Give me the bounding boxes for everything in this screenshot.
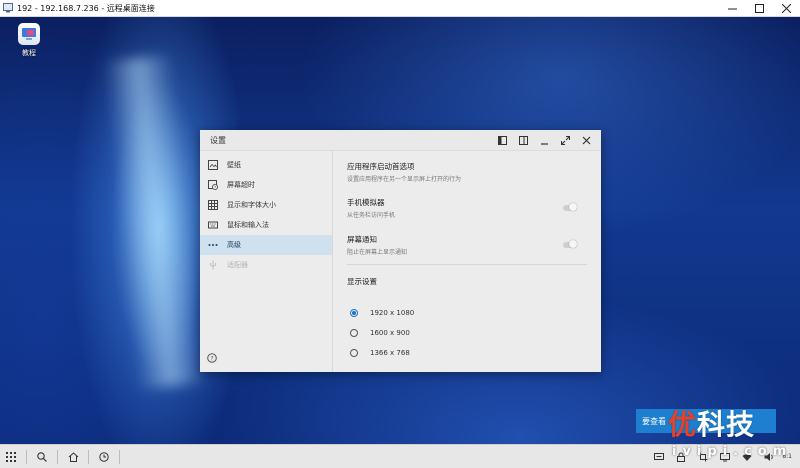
message-icon xyxy=(654,452,665,460)
watermark-url: ivipi.com xyxy=(672,444,793,459)
expand-icon xyxy=(561,135,570,145)
resolution-option-1366[interactable]: 1366 x 768 xyxy=(347,343,587,363)
help-icon: ? xyxy=(207,353,217,363)
desktop-shortcut-label: 教程 xyxy=(22,49,36,57)
host-window-title: 192 - 192.168.7.236 - 远程桌面连接 xyxy=(17,3,155,13)
clock-icon xyxy=(99,451,109,462)
watermark-logo-mark: 优 xyxy=(668,408,698,441)
remote-desktop-icon xyxy=(3,3,13,13)
notifications-title: 屏幕通知 xyxy=(347,235,377,244)
sidebar-item-screen-timeout[interactable]: 屏幕超时 xyxy=(200,175,332,195)
taskbar-separator xyxy=(88,449,89,464)
help-button[interactable]: ? xyxy=(207,353,217,363)
settings-window: 设置 壁纸 屏幕超时 显示和字体大小 鼠标和输入法 高级 适配器 ? 应用程序启… xyxy=(200,130,601,372)
sidebar-item-advanced[interactable]: 高级 xyxy=(200,235,332,255)
adapter-icon xyxy=(208,260,218,270)
taskbar-separator xyxy=(26,449,27,464)
tray-message-button[interactable] xyxy=(648,446,670,468)
minimize-icon xyxy=(728,8,737,9)
settings-title: 设置 xyxy=(210,135,226,145)
close-button[interactable] xyxy=(773,0,800,16)
maximize-icon xyxy=(755,3,764,13)
settings-titlebar: 设置 xyxy=(200,130,601,151)
launch-pref-title: 应用程序启动首选项 xyxy=(347,162,415,171)
section-divider xyxy=(347,264,587,265)
radio-selected[interactable] xyxy=(350,309,358,317)
app-grid-button[interactable] xyxy=(0,446,22,468)
sidebar-item-wallpaper[interactable]: 壁纸 xyxy=(200,155,332,175)
resolution-label: 1920 x 1080 xyxy=(370,309,415,317)
notifications-toggle[interactable] xyxy=(563,240,577,248)
svg-text:?: ? xyxy=(210,354,213,362)
wallpaper-light-streak xyxy=(102,54,208,390)
remote-desktop: 教程 设置 壁纸 屏幕超时 显示和字体大小 鼠标和输入法 高级 适配器 ? 应用… xyxy=(0,17,800,444)
radio-unselected[interactable] xyxy=(350,329,358,337)
phone-emulator-row: 手机模拟器 从任务栏访问手机 xyxy=(347,197,587,219)
sidebar-item-label: 显示和字体大小 xyxy=(227,201,276,209)
split-right-icon xyxy=(519,135,528,145)
tutorial-app-icon xyxy=(18,23,40,45)
maximize-button[interactable] xyxy=(746,0,773,16)
phone-emulator-desc: 从任务栏访问手机 xyxy=(347,212,396,219)
desktop-shortcut-tutorial[interactable]: 教程 xyxy=(15,23,43,58)
resolution-option-1600[interactable]: 1600 x 900 xyxy=(347,323,587,343)
sidebar-item-display-font[interactable]: 显示和字体大小 xyxy=(200,195,332,215)
sidebar-item-adapter: 适配器 xyxy=(200,255,332,275)
sidebar-item-label: 屏幕超时 xyxy=(227,181,255,189)
settings-expand-button[interactable] xyxy=(555,130,576,151)
minimize-button[interactable] xyxy=(719,0,746,16)
resolution-label: 1366 x 768 xyxy=(370,349,410,357)
search-icon xyxy=(37,451,47,462)
wallpaper-icon xyxy=(208,160,218,170)
split-left-icon xyxy=(498,135,507,145)
promo-text: 要查看 xyxy=(642,416,666,426)
screen-timeout-icon xyxy=(208,180,218,190)
settings-content: 应用程序启动首选项 设置应用程序在另一个显示屏上打开的行为 手机模拟器 从任务栏… xyxy=(333,151,601,372)
settings-sidebar: 壁纸 屏幕超时 显示和字体大小 鼠标和输入法 高级 适配器 ? xyxy=(200,151,333,372)
display-font-icon xyxy=(208,200,218,210)
settings-minimize-button[interactable] xyxy=(534,130,555,151)
notifications-desc: 阻止在屏幕上显示通知 xyxy=(347,249,408,256)
sidebar-item-label: 壁纸 xyxy=(227,161,241,169)
sidebar-item-label: 高级 xyxy=(227,241,241,249)
radio-unselected[interactable] xyxy=(350,349,358,357)
close-icon xyxy=(582,136,591,144)
taskbar-separator xyxy=(119,449,120,464)
app-grid-icon xyxy=(6,451,16,462)
sidebar-item-mouse-input[interactable]: 鼠标和输入法 xyxy=(200,215,332,235)
taskbar-separator xyxy=(57,449,58,464)
keyboard-icon xyxy=(208,220,218,230)
phone-emulator-toggle[interactable] xyxy=(563,203,577,211)
resolution-option-1920[interactable]: 1920 x 1080 xyxy=(347,303,587,323)
notifications-row: 屏幕通知 阻止在屏幕上显示通知 xyxy=(347,234,587,256)
recent-apps-button[interactable] xyxy=(93,446,115,468)
search-button[interactable] xyxy=(31,446,53,468)
sidebar-item-label: 适配器 xyxy=(227,261,248,269)
minimize-icon xyxy=(541,142,548,145)
watermark-logo-text: 科技 xyxy=(697,408,756,441)
resolution-label: 1600 x 900 xyxy=(370,329,410,337)
launch-pref-desc: 设置应用程序在另一个显示屏上打开的行为 xyxy=(347,176,462,183)
home-button[interactable] xyxy=(62,446,84,468)
display-settings-title: 显示设置 xyxy=(347,277,377,286)
settings-close-button[interactable] xyxy=(576,130,597,151)
sidebar-item-label: 鼠标和输入法 xyxy=(227,221,269,229)
snap-left-button[interactable] xyxy=(492,130,513,151)
snap-right-button[interactable] xyxy=(513,130,534,151)
host-titlebar: 192 - 192.168.7.236 - 远程桌面连接 xyxy=(0,0,800,17)
close-icon xyxy=(782,3,791,13)
watermark-logo: 优科技 xyxy=(668,403,755,443)
phone-emulator-title: 手机模拟器 xyxy=(347,198,385,207)
home-icon xyxy=(68,451,78,462)
more-dots-icon xyxy=(208,240,218,250)
